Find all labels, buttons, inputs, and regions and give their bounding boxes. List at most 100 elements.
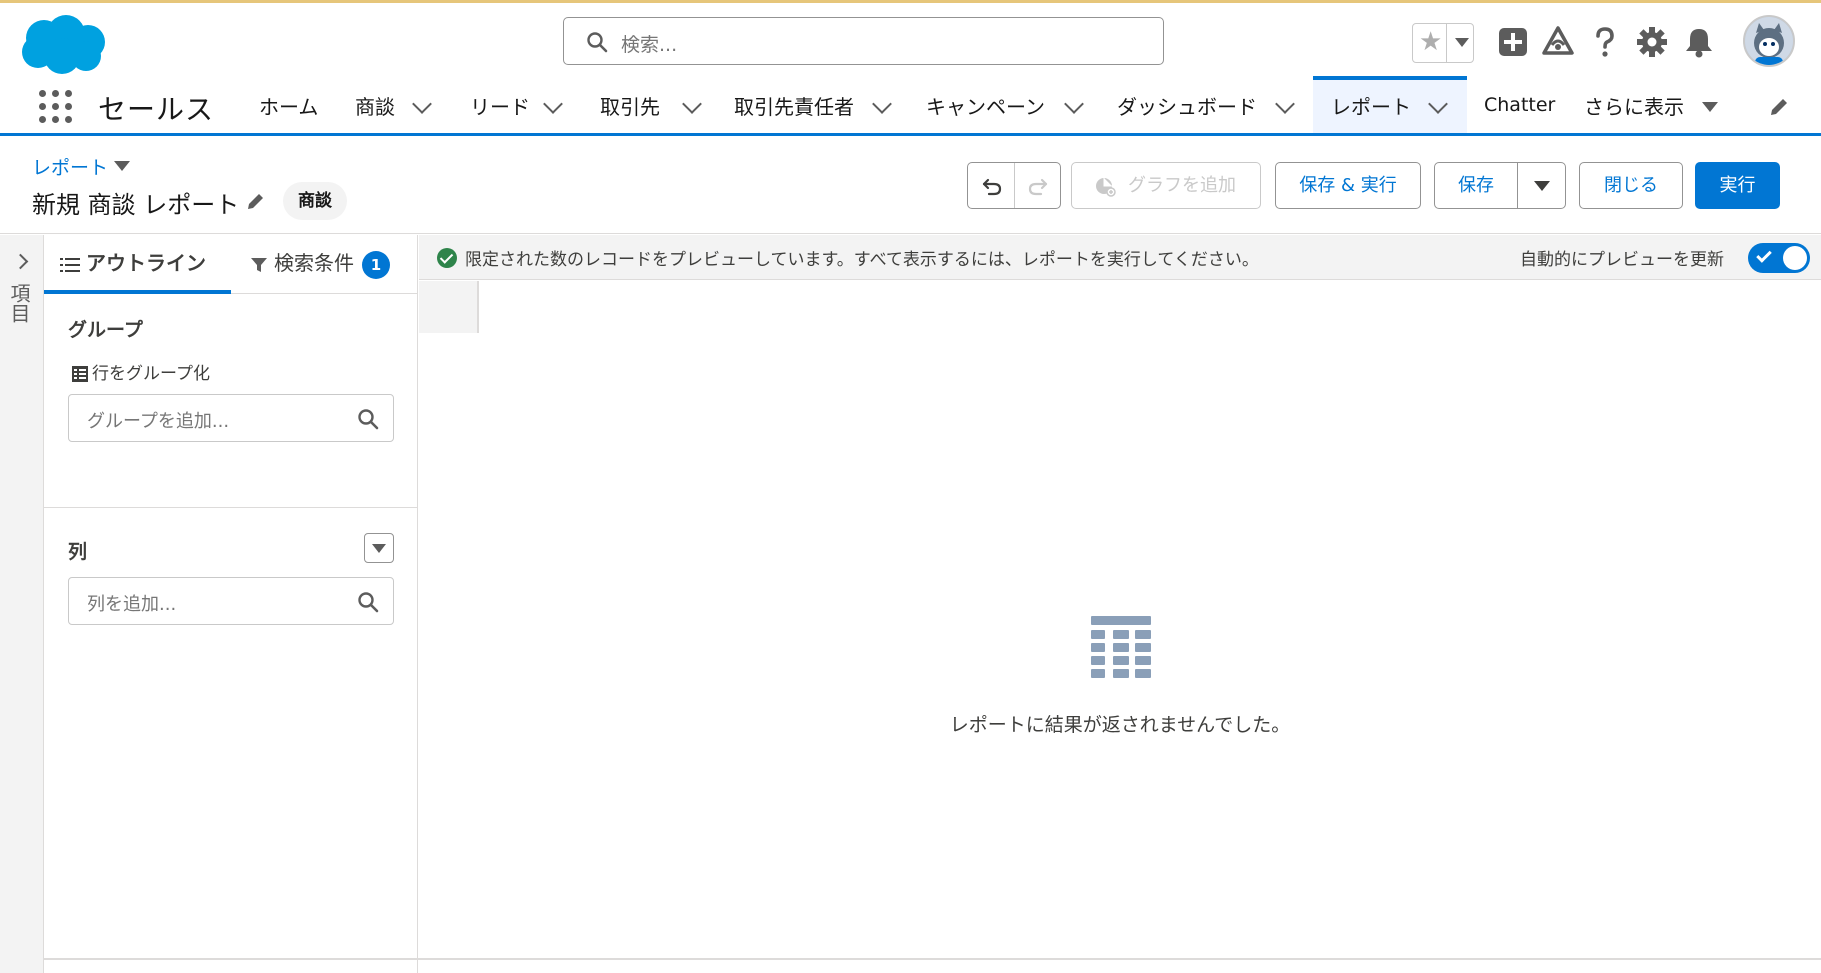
filters-count-badge: 1 <box>362 250 390 279</box>
close-button[interactable]: 閉じる <box>1579 162 1683 209</box>
chevron-down-icon[interactable] <box>1275 94 1295 114</box>
nav-item-accounts[interactable]: 取引先 <box>586 76 706 133</box>
breadcrumb[interactable]: レポート <box>32 153 108 180</box>
nav-item-label: キャンペーン <box>926 95 1045 119</box>
columns-section-title: 列 <box>68 541 88 563</box>
save-dropdown-icon[interactable] <box>1534 181 1550 191</box>
nav-item-campaigns[interactable]: キャンペーン <box>912 76 1092 133</box>
table-empty-icon <box>1089 616 1153 684</box>
nav-item-label: リード <box>470 95 530 119</box>
nav-item-label: ダッシュボード <box>1117 95 1257 119</box>
nav-item-reports[interactable]: レポート <box>1313 76 1467 133</box>
nav-item-chatter[interactable]: Chatter <box>1470 76 1570 133</box>
chevron-down-icon[interactable] <box>1428 94 1448 114</box>
add-chart-button[interactable]: グラフを追加 <box>1071 162 1261 209</box>
columns-menu-dropdown-icon[interactable] <box>364 533 394 563</box>
preview-notice-bar: 限定された数のレコードをプレビューしています。すべて表示するには、レポートを実行… <box>419 235 1821 280</box>
outline-panel: アウトライン 検索条件 1 グループ 行をグループ化 グループを追加... 列 列… <box>44 235 418 973</box>
edit-nav-pencil-icon[interactable] <box>1768 96 1790 118</box>
favorites-divider <box>1446 24 1447 62</box>
add-column-input[interactable]: 列を追加... <box>68 577 394 625</box>
nav-item-dashboards[interactable]: ダッシュボード <box>1103 76 1303 133</box>
chevron-down-icon[interactable] <box>543 94 563 114</box>
save-split-divider <box>1517 163 1518 208</box>
chevron-down-icon[interactable] <box>1064 94 1084 114</box>
auto-preview-toggle[interactable] <box>1748 243 1810 273</box>
app-launcher-icon[interactable] <box>39 90 73 124</box>
bottom-border <box>44 958 1821 960</box>
group-rows-icon <box>72 366 88 382</box>
add-group-input[interactable]: グループを追加... <box>68 394 394 442</box>
search-icon <box>358 409 379 430</box>
chevron-right-icon[interactable] <box>12 253 29 270</box>
list-icon <box>60 257 80 272</box>
global-search[interactable]: 検索... <box>563 17 1164 65</box>
group-rows-heading: 行をグループ化 <box>72 359 210 384</box>
nav-item-home[interactable]: ホーム <box>243 76 323 133</box>
chevron-down-icon[interactable] <box>412 94 432 114</box>
chart-icon <box>1096 178 1116 197</box>
tab-filters[interactable]: 検索条件 1 <box>250 235 418 294</box>
add-group-placeholder: グループを追加... <box>87 411 230 432</box>
fields-panel-toggle[interactable]: 項目 <box>0 235 44 973</box>
nav-item-label: さらに表示 <box>1584 95 1684 119</box>
groups-section-title: グループ <box>68 319 143 341</box>
undo-redo-group <box>967 162 1061 209</box>
nav-item-leads[interactable]: リード <box>456 76 566 133</box>
star-icon[interactable]: ★ <box>1419 27 1442 57</box>
favorites-button[interactable]: ★ <box>1412 23 1474 63</box>
success-check-icon <box>437 248 457 268</box>
global-header: 検索... ★ <box>0 3 1821 76</box>
astro-avatar-icon <box>1745 17 1793 65</box>
app-navigation-bar: セールス ホーム 商談 リード 取引先 取引先責任者 キャンペーン ダッシュボー… <box>0 76 1821 136</box>
user-avatar[interactable] <box>1743 15 1795 67</box>
nav-item-more[interactable]: さらに表示 <box>1570 76 1730 133</box>
nav-item-label: Chatter <box>1484 94 1556 116</box>
nav-item-label: 商談 <box>355 95 395 119</box>
search-icon <box>587 32 608 53</box>
preview-message: 限定された数のレコードをプレビューしています。すべて表示するには、レポートを実行… <box>465 250 1259 270</box>
nav-item-contacts[interactable]: 取引先責任者 <box>720 76 900 133</box>
chevron-down-icon[interactable] <box>682 94 702 114</box>
undo-icon[interactable] <box>981 175 1003 197</box>
plus-icon[interactable] <box>1496 25 1530 59</box>
trailhead-icon[interactable] <box>1541 25 1575 59</box>
save-split-button: 保存 <box>1434 162 1566 209</box>
gear-icon[interactable] <box>1635 25 1669 59</box>
report-header: レポート 新規 商談 レポート 商談 グラフを追加 保存 & 実行 保存 閉じる… <box>0 139 1821 234</box>
filter-icon <box>251 257 267 272</box>
chevron-down-icon[interactable] <box>872 94 892 114</box>
save-and-run-button[interactable]: 保存 & 実行 <box>1275 162 1421 209</box>
report-type-pill: 商談 <box>283 182 347 220</box>
search-icon <box>358 592 379 613</box>
nav-item-label: 取引先 <box>600 95 660 119</box>
fields-label: 項目 <box>7 283 31 323</box>
tab-outline-label: アウトライン <box>86 251 206 275</box>
bell-icon[interactable] <box>1682 25 1716 59</box>
tab-filters-label: 検索条件 <box>274 251 354 275</box>
add-column-placeholder: 列を追加... <box>87 594 177 615</box>
undo-redo-divider <box>1014 163 1015 208</box>
redo-icon[interactable] <box>1027 175 1049 197</box>
nav-item-label: ホーム <box>259 95 319 119</box>
breadcrumb-caret-icon[interactable] <box>114 161 130 171</box>
favorites-dropdown-icon[interactable] <box>1455 38 1469 47</box>
section-divider <box>44 507 418 508</box>
run-button[interactable]: 実行 <box>1695 162 1780 209</box>
add-chart-label: グラフを追加 <box>1128 175 1236 196</box>
preview-corner-cell <box>419 281 479 333</box>
pencil-icon[interactable] <box>246 191 266 211</box>
caret-down-icon[interactable] <box>1702 102 1718 112</box>
toggle-knob <box>1783 246 1807 270</box>
toggle-check-icon <box>1756 247 1772 263</box>
tab-outline[interactable]: アウトライン <box>44 235 231 294</box>
nav-item-label: レポート <box>1331 95 1411 119</box>
page-title: 新規 商談 レポート <box>32 191 240 219</box>
nav-item-opportunities[interactable]: 商談 <box>341 76 441 133</box>
help-icon[interactable] <box>1588 25 1622 59</box>
salesforce-logo[interactable] <box>18 12 108 76</box>
group-rows-label: 行をグループ化 <box>92 364 210 384</box>
search-placeholder: 検索... <box>621 34 678 56</box>
empty-state-message: レポートに結果が返されませんでした。 <box>949 714 1291 736</box>
save-button[interactable]: 保存 <box>1458 163 1494 208</box>
